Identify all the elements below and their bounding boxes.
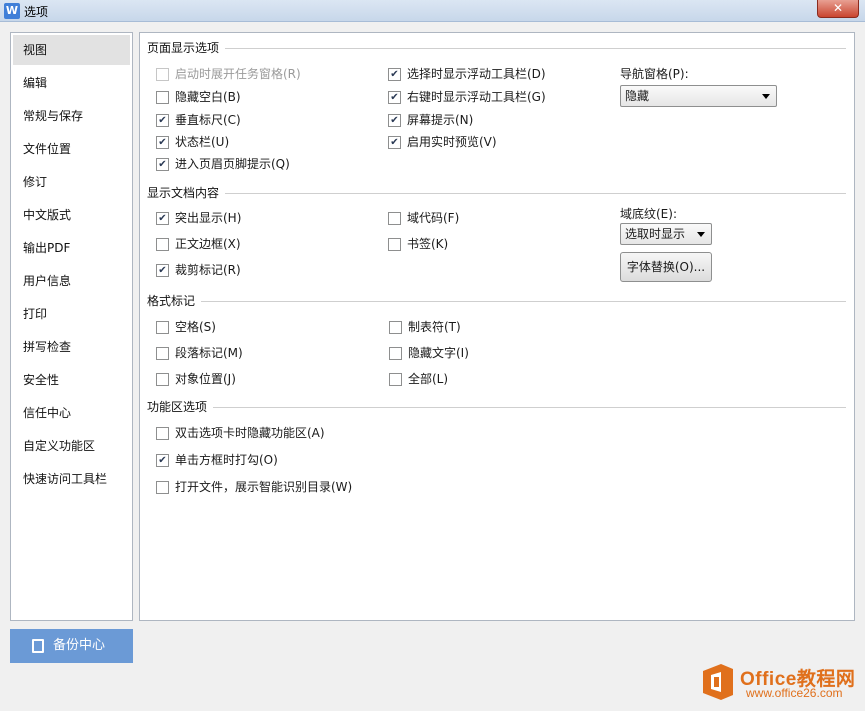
checkbox-checked[interactable]: ✔ [156, 114, 169, 127]
field-shading-value: 选取时显示 [625, 227, 686, 241]
nav-item-chinese-layout[interactable]: 中文版式 [13, 200, 130, 230]
office-logo-icon [703, 664, 733, 700]
nav-pane-value: 隐藏 [625, 89, 650, 103]
window-title: 选项 [24, 5, 49, 19]
chevron-down-icon [762, 94, 770, 99]
checkbox-unchecked[interactable] [156, 427, 169, 440]
checkbox-unchecked[interactable] [156, 91, 169, 104]
title-bar: W 选项 ✕ [0, 0, 865, 22]
nav-item-print[interactable]: 打印 [13, 299, 130, 329]
nav-item-revision[interactable]: 修订 [13, 167, 130, 197]
option-object-anchors[interactable]: 对象位置(J) [156, 371, 306, 387]
checkbox-unchecked[interactable] [156, 347, 169, 360]
checkbox-unchecked[interactable] [156, 68, 169, 81]
close-button[interactable]: ✕ [817, 0, 859, 18]
nav-item-edit[interactable]: 编辑 [13, 68, 130, 98]
option-status-bar[interactable]: ✔ 状态栏(U) [156, 134, 356, 150]
chevron-down-icon [697, 232, 705, 237]
nav-pane-dropdown[interactable]: 隐藏 [620, 85, 777, 107]
checkbox-checked[interactable]: ✔ [156, 158, 169, 171]
checkbox-checked[interactable]: ✔ [156, 454, 169, 467]
option-show-all[interactable]: 全部(L) [389, 371, 539, 387]
nav-pane-label: 导航窗格(P): [620, 67, 689, 81]
option-smart-toc[interactable]: 打开文件，展示智能识别目录(W) [156, 479, 416, 495]
option-paragraph-marks[interactable]: 段落标记(M) [156, 345, 306, 361]
checkbox-unchecked[interactable] [388, 212, 401, 225]
checkbox-checked[interactable]: ✔ [388, 68, 401, 81]
checkbox-unchecked[interactable] [389, 373, 402, 386]
field-shading-label: 域底纹(E): [620, 207, 677, 221]
option-crop-marks[interactable]: ✔ 裁剪标记(R) [156, 262, 356, 278]
option-hidden-text[interactable]: 隐藏文字(I) [389, 345, 539, 361]
section-title-page-display: 页面显示选项 [147, 41, 226, 55]
section-title-ribbon: 功能区选项 [147, 400, 214, 414]
nav-item-export-pdf[interactable]: 输出PDF [13, 233, 130, 263]
option-hide-whitespace[interactable]: 隐藏空白(B) [156, 89, 356, 105]
checkbox-unchecked[interactable] [388, 238, 401, 251]
option-expand-task-pane[interactable]: 启动时展开任务窗格(R) [156, 66, 356, 82]
section-divider [148, 301, 846, 302]
option-highlight[interactable]: ✔ 突出显示(H) [156, 210, 356, 226]
option-dblclick-hide-ribbon[interactable]: 双击选项卡时隐藏功能区(A) [156, 425, 416, 441]
font-replace-button[interactable]: 字体替换(O)... [620, 252, 712, 282]
nav-item-trust-center[interactable]: 信任中心 [13, 398, 130, 428]
section-divider [148, 407, 846, 408]
section-divider [148, 48, 846, 49]
option-click-box-check[interactable]: ✔ 单击方框时打勾(O) [156, 452, 416, 468]
field-shading-dropdown[interactable]: 选取时显示 [620, 223, 712, 245]
nav-item-general-save[interactable]: 常规与保存 [13, 101, 130, 131]
section-divider [148, 193, 846, 194]
checkbox-checked[interactable]: ✔ [156, 136, 169, 149]
checkbox-checked[interactable]: ✔ [388, 91, 401, 104]
option-float-toolbar-select[interactable]: ✔ 选择时显示浮动工具栏(D) [388, 66, 598, 82]
checkbox-unchecked[interactable] [156, 321, 169, 334]
option-vertical-ruler[interactable]: ✔ 垂直标尺(C) [156, 112, 356, 128]
nav-item-view[interactable]: 视图 [13, 35, 130, 65]
option-bookmarks[interactable]: 书签(K) [388, 236, 538, 252]
nav-item-file-location[interactable]: 文件位置 [13, 134, 130, 164]
backup-center-label: 备份中心 [53, 638, 106, 653]
checkbox-checked[interactable]: ✔ [388, 136, 401, 149]
checkbox-unchecked[interactable] [156, 373, 169, 386]
option-live-preview[interactable]: ✔ 启用实时预览(V) [388, 134, 598, 150]
watermark-url: www.office26.com [746, 686, 843, 700]
backup-icon [32, 639, 44, 653]
nav-item-security[interactable]: 安全性 [13, 365, 130, 395]
nav-item-user-info[interactable]: 用户信息 [13, 266, 130, 296]
checkbox-checked[interactable]: ✔ [388, 114, 401, 127]
section-title-doc-content: 显示文档内容 [147, 186, 226, 200]
checkbox-unchecked[interactable] [156, 481, 169, 494]
checkbox-unchecked[interactable] [156, 238, 169, 251]
option-screen-tips[interactable]: ✔ 屏幕提示(N) [388, 112, 598, 128]
nav-item-quick-access-toolbar[interactable]: 快速访问工具栏 [13, 464, 130, 494]
nav-item-customize-ribbon[interactable]: 自定义功能区 [13, 431, 130, 461]
options-nav: 视图 编辑 常规与保存 文件位置 修订 中文版式 输出PDF 用户信息 打印 拼… [10, 32, 133, 621]
checkbox-unchecked[interactable] [389, 347, 402, 360]
option-float-toolbar-rightclick[interactable]: ✔ 右键时显示浮动工具栏(G) [388, 89, 598, 105]
backup-center-button[interactable]: 备份中心 [10, 629, 133, 663]
options-content-panel: 页面显示选项 启动时展开任务窗格(R) 隐藏空白(B) ✔ 垂直标尺(C) ✔ … [139, 32, 855, 621]
option-text-boundaries[interactable]: 正文边框(X) [156, 236, 356, 252]
option-tab-characters[interactable]: 制表符(T) [389, 319, 539, 335]
option-header-footer-tip[interactable]: ✔ 进入页眉页脚提示(Q) [156, 156, 356, 172]
nav-item-spell-check[interactable]: 拼写检查 [13, 332, 130, 362]
option-spaces[interactable]: 空格(S) [156, 319, 306, 335]
checkbox-checked[interactable]: ✔ [156, 212, 169, 225]
section-title-format-marks: 格式标记 [147, 294, 202, 308]
checkbox-checked[interactable]: ✔ [156, 264, 169, 277]
app-logo-icon: W [4, 3, 20, 19]
checkbox-unchecked[interactable] [389, 321, 402, 334]
option-field-codes[interactable]: 域代码(F) [388, 210, 538, 226]
